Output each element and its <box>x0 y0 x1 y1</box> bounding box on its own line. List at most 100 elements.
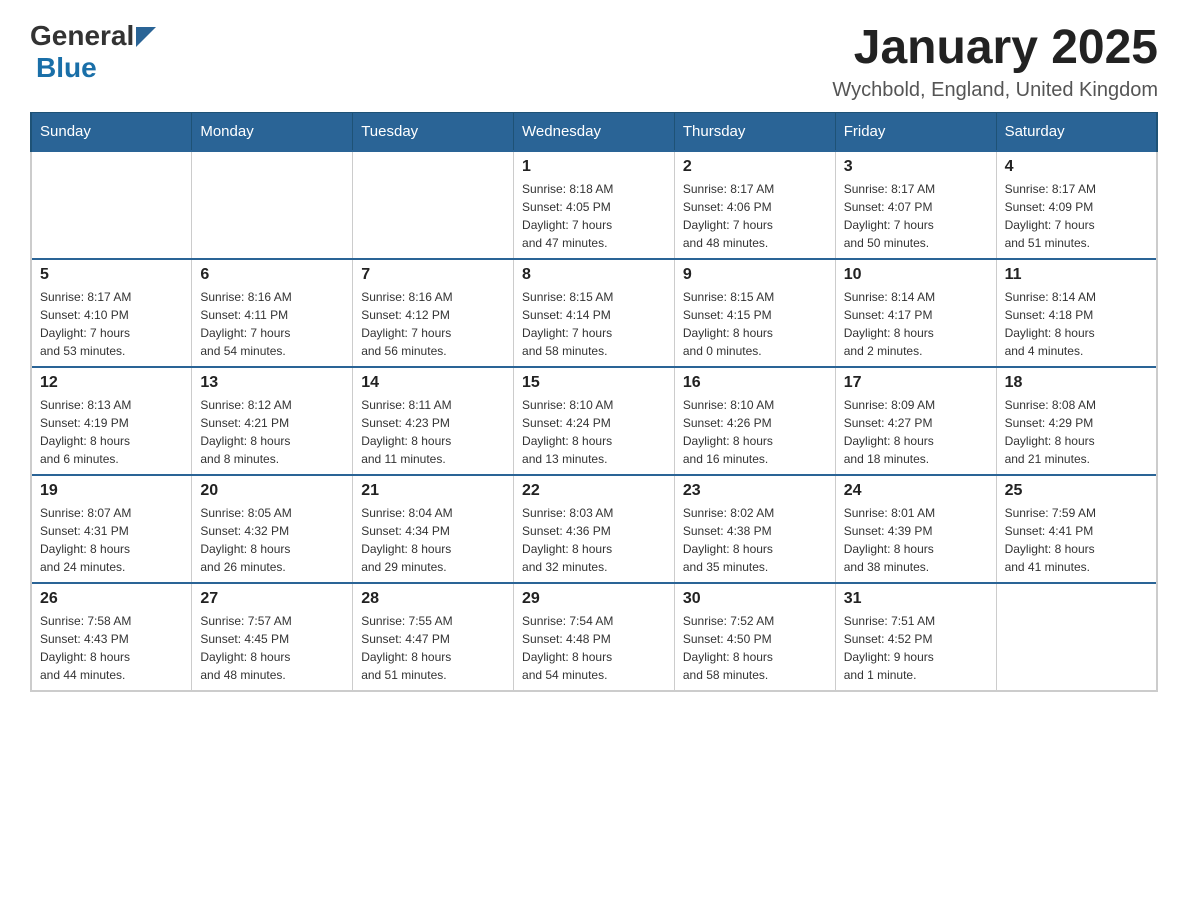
logo-blue-text: Blue <box>36 52 97 84</box>
column-header-wednesday: Wednesday <box>514 113 675 152</box>
day-number: 18 <box>1005 374 1148 392</box>
logo-general-text: General <box>30 20 134 52</box>
calendar-cell: 28 Sunrise: 7:55 AM Sunset: 4:47 PM Dayli… <box>353 583 514 691</box>
calendar-cell: 31 Sunrise: 7:51 AM Sunset: 4:52 PM Dayli… <box>835 583 996 691</box>
day-info: Sunrise: 8:15 AM Sunset: 4:14 PM Dayligh… <box>522 288 666 360</box>
calendar-cell: 10 Sunrise: 8:14 AM Sunset: 4:17 PM Dayli… <box>835 259 996 367</box>
day-info: Sunrise: 8:02 AM Sunset: 4:38 PM Dayligh… <box>683 504 827 576</box>
day-number: 2 <box>683 158 827 176</box>
day-info: Sunrise: 8:13 AM Sunset: 4:19 PM Dayligh… <box>40 396 183 468</box>
calendar-cell: 5 Sunrise: 8:17 AM Sunset: 4:10 PM Daylig… <box>31 259 192 367</box>
day-info: Sunrise: 8:17 AM Sunset: 4:10 PM Dayligh… <box>40 288 183 360</box>
day-number: 4 <box>1005 158 1148 176</box>
day-number: 8 <box>522 266 666 284</box>
week-row-3: 12Sunrise: 8:13 AM Sunset: 4:19 PM Dayli… <box>31 367 1157 475</box>
column-header-sunday: Sunday <box>31 113 192 152</box>
day-number: 1 <box>522 158 666 176</box>
day-number: 10 <box>844 266 988 284</box>
calendar-cell: 17 Sunrise: 8:09 AM Sunset: 4:27 PM Dayli… <box>835 367 996 475</box>
day-info: Sunrise: 8:18 AM Sunset: 4:05 PM Dayligh… <box>522 180 666 252</box>
page-header: General Blue January 2025 Wychbold, Engl… <box>30 20 1158 102</box>
day-number: 21 <box>361 482 505 500</box>
calendar-header-row: SundayMondayTuesdayWednesdayThursdayFrid… <box>31 113 1157 152</box>
day-info: Sunrise: 8:05 AM Sunset: 4:32 PM Dayligh… <box>200 504 344 576</box>
day-number: 19 <box>40 482 183 500</box>
day-info: Sunrise: 8:12 AM Sunset: 4:21 PM Dayligh… <box>200 396 344 468</box>
calendar-cell <box>31 151 192 259</box>
day-info: Sunrise: 8:15 AM Sunset: 4:15 PM Dayligh… <box>683 288 827 360</box>
calendar-cell: 2Sunrise: 8:17 AM Sunset: 4:06 PM Daylig… <box>674 151 835 259</box>
column-header-tuesday: Tuesday <box>353 113 514 152</box>
day-number: 30 <box>683 590 827 608</box>
day-number: 22 <box>522 482 666 500</box>
day-info: Sunrise: 8:07 AM Sunset: 4:31 PM Dayligh… <box>40 504 183 576</box>
day-info: Sunrise: 8:17 AM Sunset: 4:09 PM Dayligh… <box>1005 180 1148 252</box>
calendar-table: SundayMondayTuesdayWednesdayThursdayFrid… <box>30 112 1158 692</box>
calendar-cell: 3 Sunrise: 8:17 AM Sunset: 4:07 PM Daylig… <box>835 151 996 259</box>
calendar-cell <box>353 151 514 259</box>
day-info: Sunrise: 8:17 AM Sunset: 4:07 PM Dayligh… <box>844 180 988 252</box>
column-header-saturday: Saturday <box>996 113 1157 152</box>
week-row-4: 19 Sunrise: 8:07 AM Sunset: 4:31 PM Dayli… <box>31 475 1157 583</box>
day-number: 26 <box>40 590 183 608</box>
day-number: 24 <box>844 482 988 500</box>
calendar-cell <box>996 583 1157 691</box>
calendar-cell: 27 Sunrise: 7:57 AM Sunset: 4:45 PM Dayli… <box>192 583 353 691</box>
week-row-5: 26 Sunrise: 7:58 AM Sunset: 4:43 PM Dayli… <box>31 583 1157 691</box>
week-row-1: 1 Sunrise: 8:18 AM Sunset: 4:05 PM Daylig… <box>31 151 1157 259</box>
title-section: January 2025 Wychbold, England, United K… <box>832 20 1158 102</box>
calendar-cell: 19 Sunrise: 8:07 AM Sunset: 4:31 PM Dayli… <box>31 475 192 583</box>
logo-triangle-icon <box>136 27 156 47</box>
location-text: Wychbold, England, United Kingdom <box>832 79 1158 102</box>
day-info: Sunrise: 8:04 AM Sunset: 4:34 PM Dayligh… <box>361 504 505 576</box>
calendar-cell: 24Sunrise: 8:01 AM Sunset: 4:39 PM Dayli… <box>835 475 996 583</box>
day-info: Sunrise: 8:10 AM Sunset: 4:26 PM Dayligh… <box>683 396 827 468</box>
day-info: Sunrise: 8:09 AM Sunset: 4:27 PM Dayligh… <box>844 396 988 468</box>
calendar-cell: 11Sunrise: 8:14 AM Sunset: 4:18 PM Dayli… <box>996 259 1157 367</box>
day-number: 3 <box>844 158 988 176</box>
day-number: 7 <box>361 266 505 284</box>
day-number: 9 <box>683 266 827 284</box>
day-info: Sunrise: 8:16 AM Sunset: 4:11 PM Dayligh… <box>200 288 344 360</box>
day-info: Sunrise: 8:03 AM Sunset: 4:36 PM Dayligh… <box>522 504 666 576</box>
column-header-thursday: Thursday <box>674 113 835 152</box>
day-number: 14 <box>361 374 505 392</box>
day-number: 31 <box>844 590 988 608</box>
column-header-friday: Friday <box>835 113 996 152</box>
day-info: Sunrise: 8:10 AM Sunset: 4:24 PM Dayligh… <box>522 396 666 468</box>
calendar-cell: 13Sunrise: 8:12 AM Sunset: 4:21 PM Dayli… <box>192 367 353 475</box>
day-info: Sunrise: 7:59 AM Sunset: 4:41 PM Dayligh… <box>1005 504 1148 576</box>
day-number: 6 <box>200 266 344 284</box>
calendar-cell: 12Sunrise: 8:13 AM Sunset: 4:19 PM Dayli… <box>31 367 192 475</box>
calendar-cell: 22 Sunrise: 8:03 AM Sunset: 4:36 PM Dayli… <box>514 475 675 583</box>
day-number: 28 <box>361 590 505 608</box>
calendar-cell: 23 Sunrise: 8:02 AM Sunset: 4:38 PM Dayli… <box>674 475 835 583</box>
calendar-cell: 7Sunrise: 8:16 AM Sunset: 4:12 PM Daylig… <box>353 259 514 367</box>
day-info: Sunrise: 7:51 AM Sunset: 4:52 PM Dayligh… <box>844 612 988 684</box>
calendar-cell: 30 Sunrise: 7:52 AM Sunset: 4:50 PM Dayli… <box>674 583 835 691</box>
day-number: 25 <box>1005 482 1148 500</box>
day-info: Sunrise: 8:14 AM Sunset: 4:17 PM Dayligh… <box>844 288 988 360</box>
day-info: Sunrise: 7:55 AM Sunset: 4:47 PM Dayligh… <box>361 612 505 684</box>
day-number: 15 <box>522 374 666 392</box>
day-info: Sunrise: 7:58 AM Sunset: 4:43 PM Dayligh… <box>40 612 183 684</box>
logo: General Blue <box>30 20 156 84</box>
day-number: 5 <box>40 266 183 284</box>
month-title: January 2025 <box>832 20 1158 75</box>
day-number: 27 <box>200 590 344 608</box>
day-number: 11 <box>1005 266 1148 284</box>
day-info: Sunrise: 8:11 AM Sunset: 4:23 PM Dayligh… <box>361 396 505 468</box>
day-number: 17 <box>844 374 988 392</box>
day-number: 23 <box>683 482 827 500</box>
calendar-cell: 15 Sunrise: 8:10 AM Sunset: 4:24 PM Dayli… <box>514 367 675 475</box>
day-info: Sunrise: 7:57 AM Sunset: 4:45 PM Dayligh… <box>200 612 344 684</box>
day-info: Sunrise: 7:52 AM Sunset: 4:50 PM Dayligh… <box>683 612 827 684</box>
calendar-cell: 29Sunrise: 7:54 AM Sunset: 4:48 PM Dayli… <box>514 583 675 691</box>
calendar-cell: 14 Sunrise: 8:11 AM Sunset: 4:23 PM Dayli… <box>353 367 514 475</box>
calendar-cell: 20Sunrise: 8:05 AM Sunset: 4:32 PM Dayli… <box>192 475 353 583</box>
calendar-cell: 9 Sunrise: 8:15 AM Sunset: 4:15 PM Daylig… <box>674 259 835 367</box>
calendar-cell: 16 Sunrise: 8:10 AM Sunset: 4:26 PM Dayli… <box>674 367 835 475</box>
calendar-cell: 26 Sunrise: 7:58 AM Sunset: 4:43 PM Dayli… <box>31 583 192 691</box>
day-number: 29 <box>522 590 666 608</box>
day-number: 16 <box>683 374 827 392</box>
